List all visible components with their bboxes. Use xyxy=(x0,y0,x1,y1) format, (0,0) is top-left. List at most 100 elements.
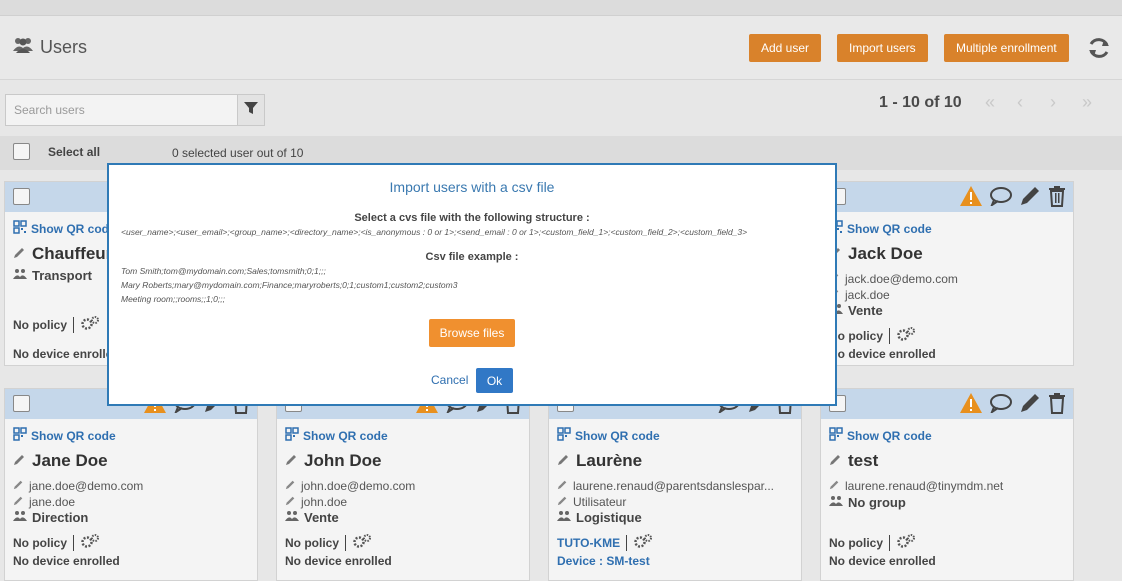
trash-icon[interactable] xyxy=(1047,392,1067,419)
policy-text[interactable]: No policy xyxy=(13,536,67,550)
warning-icon[interactable] xyxy=(959,185,983,212)
show-qr-link[interactable]: Show QR code xyxy=(13,220,116,237)
import-csv-dialog: Import users with a csv file Select a cv… xyxy=(107,163,837,406)
show-qr-label: Show QR code xyxy=(303,428,388,443)
user-email: jack.doe@demo.com xyxy=(829,272,958,286)
browse-files-button[interactable]: Browse files xyxy=(429,319,515,347)
multiple-enrollment-button[interactable]: Multiple enrollment xyxy=(944,34,1069,62)
user-name-text: test xyxy=(848,451,879,470)
page-title-text: Users xyxy=(40,37,88,57)
card-header xyxy=(821,389,1073,419)
pencil-icon xyxy=(829,451,842,471)
pencil-icon xyxy=(13,479,24,493)
policy-text[interactable]: No policy xyxy=(829,329,883,343)
gears-icon[interactable] xyxy=(896,533,916,552)
group-text: Direction xyxy=(32,510,89,525)
first-page-icon[interactable]: « xyxy=(985,92,995,113)
device-status: No device enrolled xyxy=(285,554,392,568)
select-all-checkbox[interactable] xyxy=(13,143,30,160)
users-icon xyxy=(12,36,34,59)
user-group: Logistique xyxy=(557,510,642,525)
qr-code-icon xyxy=(829,427,843,444)
user-card: Show QR code Jack Doe jack.doe@demo.com … xyxy=(820,181,1074,366)
last-page-icon[interactable]: » xyxy=(1082,92,1092,113)
divider xyxy=(345,534,347,551)
show-qr-link[interactable]: Show QR code xyxy=(557,427,660,444)
filter-button[interactable] xyxy=(238,94,265,126)
search-input[interactable] xyxy=(5,94,238,126)
device-link[interactable]: Device : SM-test xyxy=(557,554,650,568)
comment-icon[interactable] xyxy=(989,186,1013,211)
pencil-icon xyxy=(557,495,568,509)
page-header: Users Add user Import users Multiple enr… xyxy=(0,16,1122,80)
policy-text[interactable]: No policy xyxy=(829,536,883,550)
add-user-button[interactable]: Add user xyxy=(749,34,822,62)
user-name: Jack Doe xyxy=(829,244,923,264)
select-all-label[interactable]: Select all xyxy=(48,145,100,159)
show-qr-link[interactable]: Show QR code xyxy=(829,427,932,444)
ok-button[interactable]: Ok xyxy=(476,368,513,393)
previous-page-icon[interactable]: ‹ xyxy=(1017,92,1023,113)
trash-icon[interactable] xyxy=(1047,185,1067,212)
device-status: No device enrolled xyxy=(829,347,936,361)
gears-icon[interactable] xyxy=(896,326,916,345)
user-name-text: Chauffeur xyxy=(32,244,113,263)
policy-link[interactable]: TUTO-KME xyxy=(557,536,620,550)
device-status: No device enrolled xyxy=(13,554,120,568)
card-header xyxy=(821,182,1073,212)
show-qr-link[interactable]: Show QR code xyxy=(285,427,388,444)
user-group: Transport xyxy=(13,268,92,283)
page-title: Users xyxy=(12,36,87,59)
show-qr-label: Show QR code xyxy=(31,221,116,236)
show-qr-link[interactable]: Show QR code xyxy=(13,427,116,444)
policy-row: No policy xyxy=(13,315,100,334)
show-qr-link[interactable]: Show QR code xyxy=(829,220,932,237)
group-text: Vente xyxy=(848,303,883,318)
policy-text[interactable]: No policy xyxy=(285,536,339,550)
gears-icon[interactable] xyxy=(633,533,653,552)
user-card: Show QR code Jane Doe jane.doe@demo.com … xyxy=(4,388,258,581)
user-card: Show QR code test laurene.renaud@tinymdm… xyxy=(820,388,1074,581)
divider xyxy=(73,316,75,333)
search-bar xyxy=(5,94,265,126)
gears-icon[interactable] xyxy=(352,533,372,552)
user-email: john.doe@demo.com xyxy=(285,479,415,493)
next-page-icon[interactable]: › xyxy=(1050,92,1056,113)
user-group: Vente xyxy=(829,303,883,318)
user-email: jane.doe@demo.com xyxy=(13,479,143,493)
policy-row: No policy xyxy=(13,533,100,552)
device-status: No device enrolled xyxy=(13,347,120,361)
user-card: Show QR code Laurène laurene.renaud@pare… xyxy=(548,388,802,581)
group-icon xyxy=(13,268,27,283)
warning-icon[interactable] xyxy=(959,392,983,419)
username-text: jack.doe xyxy=(845,288,890,302)
policy-text[interactable]: No policy xyxy=(13,318,67,332)
edit-icon[interactable] xyxy=(1019,392,1041,419)
import-users-button[interactable]: Import users xyxy=(837,34,928,62)
gears-icon[interactable] xyxy=(80,315,100,334)
example-line: Tom Smith;tom@mydomain.com;Sales;tomsmit… xyxy=(121,266,326,276)
card-checkbox[interactable] xyxy=(13,395,30,412)
user-username: Utilisateur xyxy=(557,495,626,509)
cancel-link[interactable]: Cancel xyxy=(431,373,468,387)
edit-icon[interactable] xyxy=(1019,185,1041,212)
gears-icon[interactable] xyxy=(80,533,100,552)
dialog-title: Import users with a csv file xyxy=(389,179,555,195)
comment-icon[interactable] xyxy=(989,393,1013,418)
pencil-icon xyxy=(829,479,840,493)
pencil-icon xyxy=(13,495,24,509)
pencil-icon xyxy=(557,451,570,471)
divider xyxy=(889,327,891,344)
username-text: john.doe xyxy=(301,495,348,509)
group-icon xyxy=(829,495,843,510)
structure-text: <user_name>;<user_email>;<group_name>;<d… xyxy=(121,227,748,237)
username-text: Utilisateur xyxy=(573,495,627,509)
user-name-text: Jane Doe xyxy=(32,451,108,470)
email-text: john.doe@demo.com xyxy=(301,479,416,493)
show-qr-label: Show QR code xyxy=(847,428,932,443)
refresh-icon[interactable] xyxy=(1086,36,1112,65)
card-checkbox[interactable] xyxy=(13,188,30,205)
device-status: No device enrolled xyxy=(829,554,936,568)
user-name: test xyxy=(829,451,878,471)
user-name: Jane Doe xyxy=(13,451,108,471)
